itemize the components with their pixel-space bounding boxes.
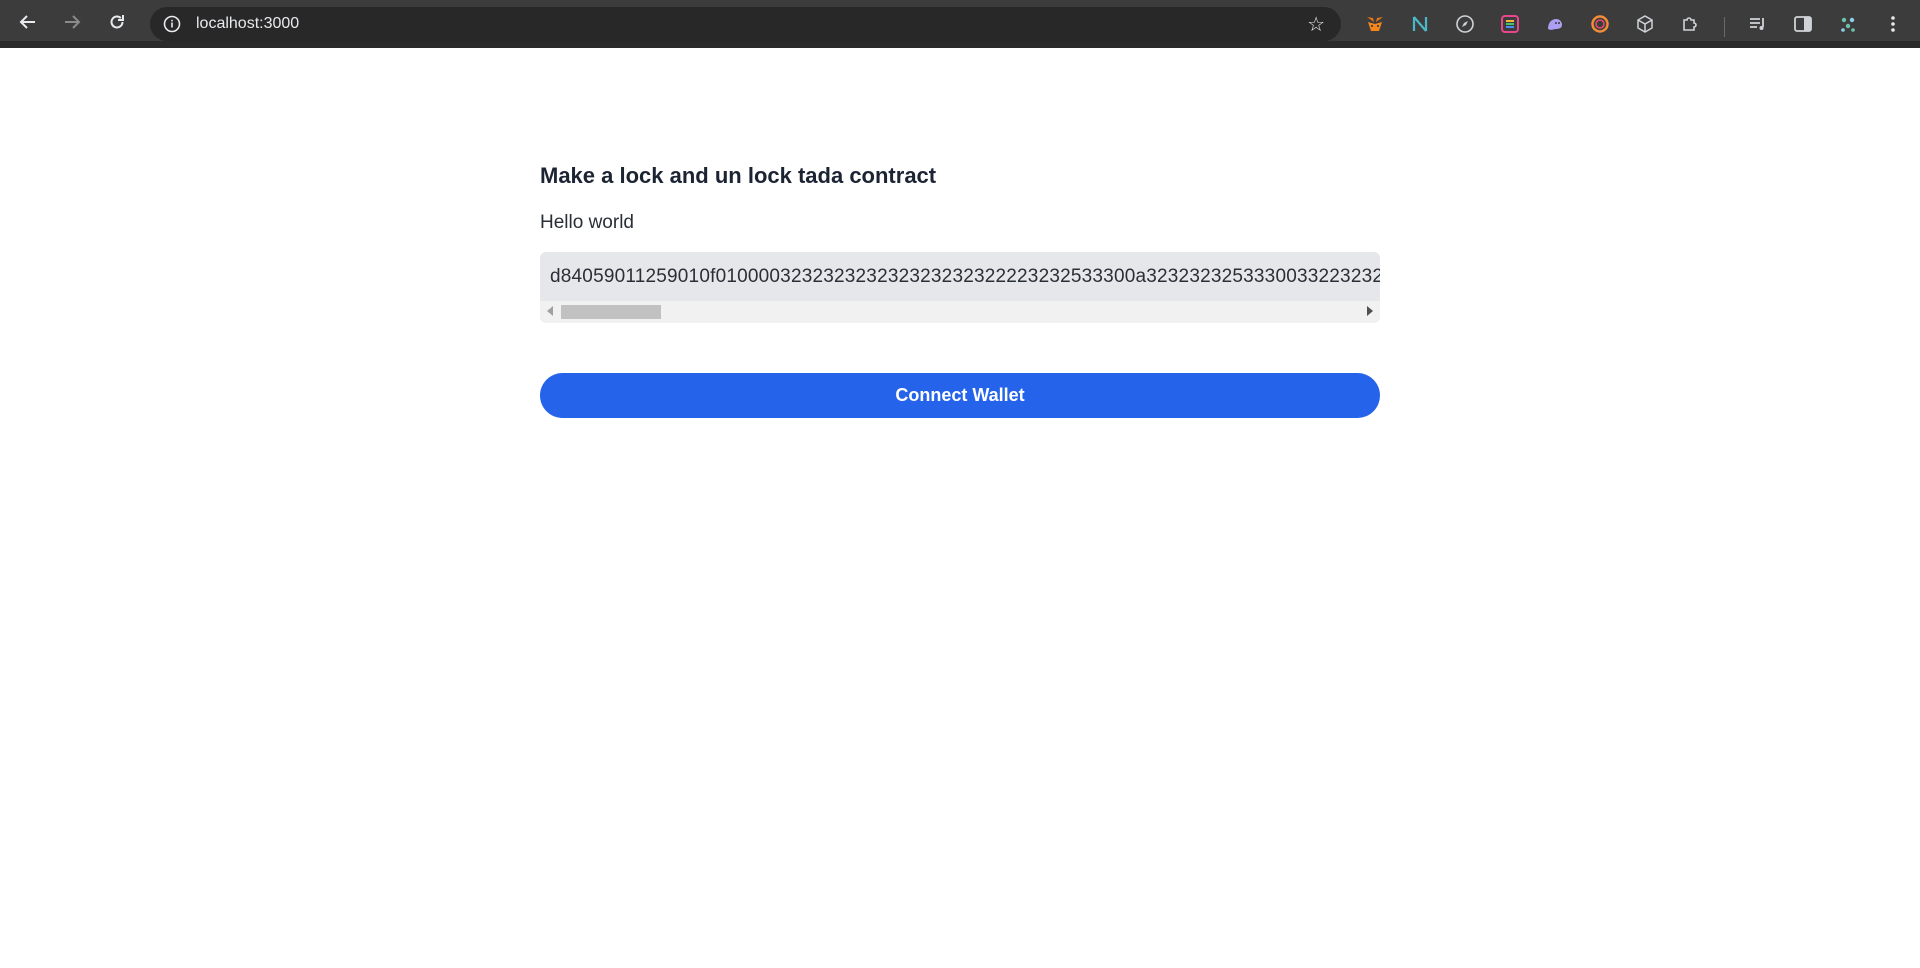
metamask-icon[interactable] <box>1365 14 1385 34</box>
ghost-icon[interactable] <box>1545 14 1565 34</box>
browser-toolbar: localhost:3000 ☆ <box>0 0 1920 48</box>
url-text: localhost:3000 <box>196 15 300 32</box>
main-content: Make a lock and un lock tada contract He… <box>540 160 1380 418</box>
rainbow-icon[interactable] <box>1500 14 1520 34</box>
reload-button[interactable] <box>103 8 131 36</box>
media-icon[interactable] <box>1748 14 1768 34</box>
back-button[interactable] <box>14 8 42 36</box>
ring-icon[interactable] <box>1590 14 1610 34</box>
forward-button[interactable] <box>58 8 86 36</box>
scroll-left-arrow-icon[interactable] <box>547 306 553 316</box>
subtitle-text: Hello world <box>540 212 634 233</box>
page-title: Make a lock and un lock tada contract <box>540 163 937 188</box>
site-info-icon[interactable] <box>162 14 182 34</box>
scrollbar-thumb[interactable] <box>561 305 661 319</box>
box-icon[interactable] <box>1635 14 1655 34</box>
bookmark-star-icon[interactable]: ☆ <box>1307 12 1325 37</box>
compass-icon[interactable] <box>1455 14 1475 34</box>
arrow-left-icon <box>19 15 35 29</box>
toolbar-divider <box>1724 17 1725 37</box>
contract-code-box[interactable]: d84059011259010f010000323232323232323232… <box>540 252 1380 323</box>
address-bar[interactable]: localhost:3000 ☆ <box>150 7 1341 41</box>
sidepanel-icon[interactable] <box>1793 14 1813 34</box>
puzzle-icon[interactable] <box>1680 14 1700 34</box>
scroll-right-arrow-icon[interactable] <box>1367 306 1373 316</box>
connect-wallet-button[interactable]: Connect Wallet <box>540 373 1380 418</box>
reload-icon <box>110 15 124 29</box>
arrow-right-icon <box>65 15 81 29</box>
horizontal-scrollbar[interactable] <box>540 301 1380 323</box>
profile-icon[interactable] <box>1838 14 1858 34</box>
notion-icon[interactable] <box>1410 14 1430 34</box>
menu-icon[interactable] <box>1883 14 1903 34</box>
contract-code-text: d84059011259010f010000323232323232323232… <box>540 252 1380 301</box>
